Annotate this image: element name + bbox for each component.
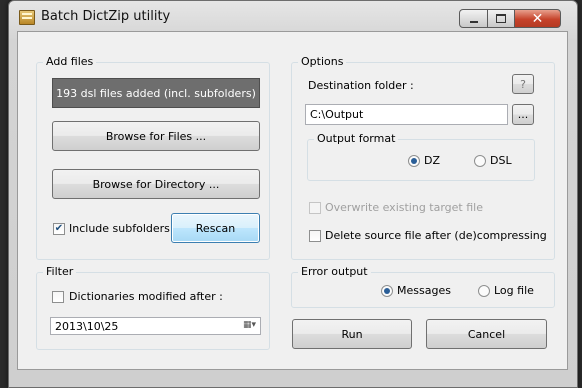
output-format-title: Output format [314, 132, 399, 145]
destination-folder-input[interactable]: C:\Output [305, 104, 508, 125]
window-title: Batch DictZip utility [41, 9, 171, 24]
format-dz-label[interactable]: DZ [424, 154, 440, 167]
format-dsl-label[interactable]: DSL [490, 154, 512, 167]
delete-source-label[interactable]: Delete source file after (de)compressing [325, 229, 547, 242]
date-picker[interactable]: 2013\10\25 ▦▾ [50, 317, 261, 335]
messages-radio[interactable] [381, 285, 393, 297]
maximize-icon [496, 14, 506, 23]
calendar-icon[interactable]: ▦▾ [243, 320, 256, 330]
rescan-button[interactable]: Rescan [171, 213, 260, 243]
minimize-icon [469, 20, 478, 23]
help-button[interactable]: ? [512, 74, 534, 94]
app-icon [19, 10, 35, 25]
modified-after-label[interactable]: Dictionaries modified after : [69, 290, 223, 303]
main-window: Batch DictZip utility ✕ Add files 193 ds… [8, 0, 578, 388]
overwrite-checkbox[interactable] [309, 202, 321, 214]
add-files-title: Add files [43, 55, 97, 68]
close-button[interactable]: ✕ [515, 9, 561, 28]
browse-destination-button[interactable]: ... [512, 104, 534, 125]
filter-title: Filter [43, 265, 77, 278]
delete-source-checkbox[interactable] [309, 230, 321, 242]
window-controls: ✕ [459, 9, 561, 28]
error-output-group: Error output Messages Log file [291, 265, 555, 308]
date-value: 2013\10\25 [55, 319, 119, 333]
format-dz-radio[interactable] [408, 155, 420, 167]
browse-directory-button[interactable]: Browse for Directory ... [52, 169, 260, 199]
modified-after-checkbox[interactable] [52, 291, 64, 303]
filter-group: Filter Dictionaries modified after : 201… [36, 265, 270, 350]
output-format-group: Output format DZ DSL [307, 132, 535, 181]
messages-label[interactable]: Messages [397, 284, 451, 297]
format-dsl-radio[interactable] [474, 155, 486, 167]
run-button[interactable]: Run [292, 319, 412, 349]
cancel-button[interactable]: Cancel [426, 319, 547, 349]
options-group: Options Destination folder : ? C:\Output… [291, 55, 555, 260]
log-file-label[interactable]: Log file [494, 284, 534, 297]
error-output-title: Error output [298, 265, 371, 278]
dialog-body: Add files 193 dsl files added (incl. sub… [17, 31, 568, 370]
include-subfolders-label[interactable]: Include subfolders [69, 222, 170, 235]
overwrite-label[interactable]: Overwrite existing target file [325, 201, 483, 214]
maximize-button[interactable] [488, 9, 515, 28]
close-icon: ✕ [531, 10, 544, 27]
browse-files-button[interactable]: Browse for Files ... [52, 121, 260, 151]
destination-folder-label: Destination folder : [308, 79, 414, 92]
options-title: Options [298, 55, 347, 68]
files-added-status: 193 dsl files added (incl. subfolders) [52, 78, 260, 108]
add-files-group: Add files 193 dsl files added (incl. sub… [36, 55, 270, 260]
include-subfolders-checkbox[interactable]: ✔ [53, 223, 65, 235]
log-file-radio[interactable] [478, 285, 490, 297]
minimize-button[interactable] [459, 9, 488, 28]
title-bar[interactable]: Batch DictZip utility ✕ [9, 1, 577, 31]
checkmark-icon: ✔ [54, 223, 64, 234]
